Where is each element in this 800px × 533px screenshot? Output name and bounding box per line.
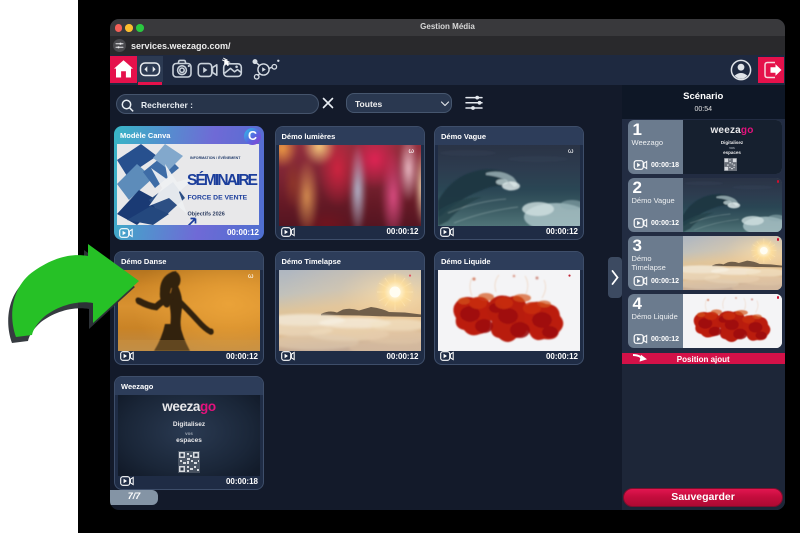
svg-text:Objectifs 2026: Objectifs 2026 xyxy=(188,212,225,218)
svg-text:FORCE DE VENTE: FORCE DE VENTE xyxy=(188,195,248,202)
svg-text:INFORMATION / ÉVÉNEMENT: INFORMATION / ÉVÉNEMENT xyxy=(190,155,241,160)
svg-text:SÉMINAIRE: SÉMINAIRE xyxy=(187,172,258,189)
